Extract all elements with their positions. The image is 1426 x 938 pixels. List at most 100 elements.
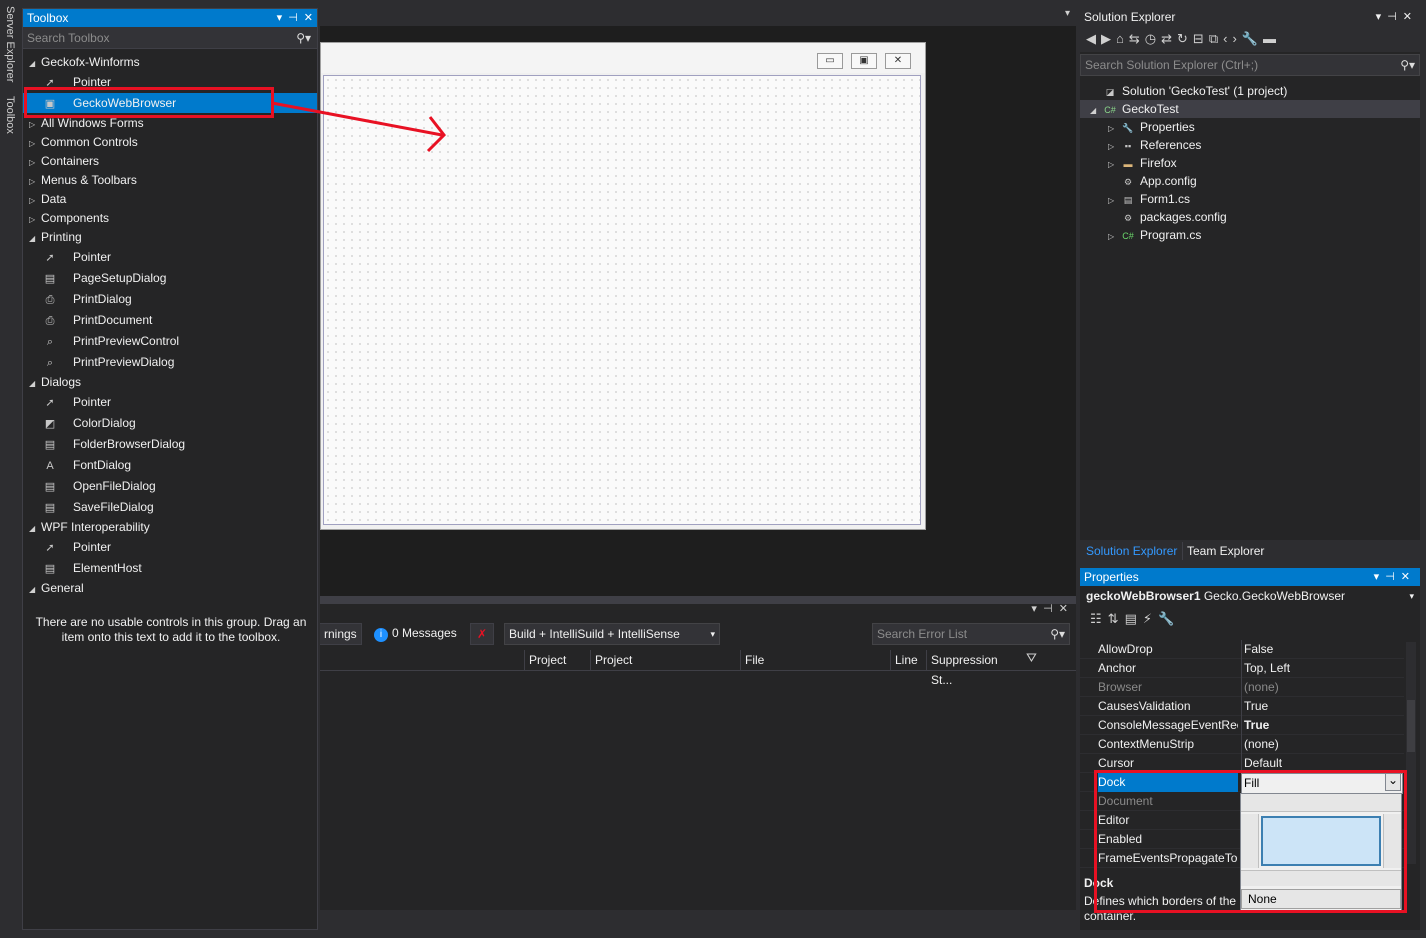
column-header-file[interactable]: File <box>740 650 890 670</box>
pin-icon[interactable]: ⊣ <box>1385 571 1395 583</box>
build-filter-select[interactable]: Build + IntelliSuild + IntelliSense ▾ <box>504 623 720 645</box>
refresh-icon[interactable]: ↻ <box>1177 31 1193 46</box>
pin-icon[interactable]: ⊣ <box>1043 603 1053 615</box>
property-row[interactable]: CausesValidation True <box>1080 697 1404 716</box>
toolbox-item[interactable]: ◩ ColorDialog <box>23 413 317 433</box>
toolbox-category[interactable]: ◢ Geckofx-Winforms <box>23 52 140 72</box>
error-search-input[interactable]: Search Error List ⚲▾ <box>872 623 1070 645</box>
expanded-arrow-icon[interactable]: ◢ <box>29 374 41 394</box>
solution-tree-item[interactable]: ◪ Solution 'GeckoTest' (1 project) <box>1080 82 1420 100</box>
close-icon[interactable]: ✕ <box>1059 603 1068 615</box>
messages-toggle[interactable]: i 0 Messages <box>370 623 462 645</box>
expanded-arrow-icon[interactable]: ◢ <box>29 54 41 74</box>
property-value[interactable]: Top, Left <box>1241 659 1403 678</box>
toolbox-item[interactable]: ▤ OpenFileDialog <box>23 476 317 496</box>
property-value[interactable]: True <box>1241 697 1403 716</box>
column-header-suppression[interactable]: Suppression St... <box>926 650 1022 687</box>
property-pages-icon[interactable]: 🔧 <box>1158 611 1180 626</box>
pin-icon[interactable]: ⊣ <box>1387 11 1397 23</box>
solution-tree-item[interactable]: ▷ 🔧 Properties <box>1080 118 1420 136</box>
property-row[interactable]: AllowDrop False <box>1080 640 1404 659</box>
switch-view-icon[interactable]: ⇆ <box>1129 31 1145 46</box>
property-value[interactable]: (none) <box>1241 678 1403 697</box>
toolbox-category[interactable]: ◢ General <box>23 578 84 598</box>
forward-icon[interactable]: ▶ <box>1101 31 1116 46</box>
expand-arrow-icon[interactable]: ▷ <box>1108 228 1120 246</box>
toolbox-item[interactable]: ⎙ PrintDialog <box>23 289 317 309</box>
property-row[interactable]: Anchor Top, Left <box>1080 659 1404 678</box>
solution-tree-item[interactable]: ◢ C# GeckoTest <box>1080 100 1420 118</box>
wrench-icon[interactable]: 🔧 <box>1242 31 1263 46</box>
toolbox-category[interactable]: ◢ Printing <box>23 227 82 247</box>
toolbox-category[interactable]: ▷ Menus & Toolbars <box>23 170 137 190</box>
show-all-files-icon[interactable]: ⧉ <box>1209 31 1223 46</box>
back-icon[interactable]: ◀ <box>1086 31 1101 46</box>
tab-dropdown-icon[interactable]: ▾ <box>1065 8 1070 19</box>
solution-tree-item[interactable]: ▷ C# Program.cs <box>1080 226 1420 244</box>
toolbox-item[interactable]: ➚ Pointer <box>23 537 317 557</box>
scrollbar-thumb[interactable] <box>1407 700 1415 752</box>
toolbox-item[interactable]: ⎙ PrintDocument <box>23 310 317 330</box>
tab-team-explorer[interactable]: Team Explorer <box>1182 542 1268 560</box>
server-explorer-tab[interactable]: Server Explorer <box>4 6 16 82</box>
toolbox-item[interactable]: ⌕ PrintPreviewControl <box>23 331 317 351</box>
toolbox-item[interactable]: ▤ SaveFileDialog <box>23 497 317 517</box>
property-row[interactable]: ContextMenuStrip (none) <box>1080 735 1404 754</box>
toolbox-search-input[interactable]: Search Toolbox ⚲▾ <box>23 27 317 49</box>
toolbox-item[interactable]: ▤ ElementHost <box>23 558 317 578</box>
dropdown-icon[interactable]: ▾ <box>1374 571 1380 583</box>
property-value[interactable]: True <box>1241 716 1403 735</box>
toolbox-empty-message[interactable]: There are no usable controls in this gro… <box>33 615 309 645</box>
alphabetical-icon[interactable]: ⇅ <box>1108 611 1125 626</box>
property-value[interactable]: (none) <box>1241 735 1403 754</box>
toolbox-category[interactable]: ▷ Components <box>23 208 109 228</box>
toolbox-item[interactable]: ⌕ PrintPreviewDialog <box>23 352 317 372</box>
toolbox-item[interactable]: ▤ FolderBrowserDialog <box>23 434 317 454</box>
warnings-toggle[interactable]: rnings <box>320 623 362 645</box>
solution-tree-item[interactable]: ⚙ packages.config <box>1080 208 1420 226</box>
close-icon[interactable]: ✕ <box>304 12 313 24</box>
property-row[interactable]: Browser (none) <box>1080 678 1404 697</box>
home-icon[interactable]: ⌂ <box>1116 31 1129 46</box>
solution-tree-item[interactable]: ⚙ App.config <box>1080 172 1420 190</box>
toolbox-item[interactable]: ➚ Pointer <box>23 392 317 412</box>
events-icon[interactable]: ⚡ <box>1143 611 1158 626</box>
dropdown-icon[interactable]: ▾ <box>277 12 283 24</box>
column-header-project-2[interactable]: Project <box>590 650 740 670</box>
solution-tree-item[interactable]: ▷ ▤ Form1.cs <box>1080 190 1420 208</box>
filter-clear-icon[interactable]: ✗ <box>470 623 494 645</box>
search-icon[interactable]: ⚲▾ <box>296 27 311 49</box>
expanded-arrow-icon[interactable]: ◢ <box>29 229 41 249</box>
toolbox-category[interactable]: ▷ Containers <box>23 151 99 171</box>
expanded-arrow-icon[interactable]: ◢ <box>29 580 41 600</box>
dropdown-icon[interactable]: ▾ <box>1376 11 1382 23</box>
property-grid-scrollbar[interactable] <box>1406 642 1416 864</box>
toolbox-category[interactable]: ◢ Dialogs <box>23 372 81 392</box>
solution-tree-item[interactable]: ▷ ▪▪ References <box>1080 136 1420 154</box>
close-icon[interactable]: ✕ <box>1403 11 1412 23</box>
toolbox-category[interactable]: ▷ Data <box>23 189 66 209</box>
pin-icon[interactable]: ⊣ <box>288 12 298 24</box>
column-header-line[interactable]: Line <box>890 650 926 670</box>
tab-solution-explorer[interactable]: Solution Explorer <box>1082 542 1181 560</box>
property-value[interactable]: False <box>1241 640 1403 659</box>
panel-splitter[interactable] <box>320 596 1076 604</box>
toolbox-category[interactable]: ▷ Common Controls <box>23 132 138 152</box>
expanded-arrow-icon[interactable]: ◢ <box>29 519 41 539</box>
toolbox-category[interactable]: ◢ WPF Interoperability <box>23 517 150 537</box>
categorized-icon[interactable]: ☷ <box>1090 611 1108 626</box>
toolbox-item[interactable]: A FontDialog <box>23 455 317 475</box>
toolbox-tab[interactable]: Toolbox <box>4 96 16 134</box>
solution-tree-item[interactable]: ▷ ▬ Firefox <box>1080 154 1420 172</box>
property-row[interactable]: ConsoleMessageEventReceiversTrue <box>1080 716 1404 735</box>
toolbox-item[interactable]: ➚ Pointer <box>23 247 317 267</box>
search-icon[interactable]: ⚲▾ <box>1050 624 1065 644</box>
properties-icon[interactable]: ▤ <box>1125 611 1143 626</box>
filter-icon[interactable]: ⛛ <box>1026 650 1037 666</box>
solution-search-input[interactable]: Search Solution Explorer (Ctrl+;) ⚲▾ <box>1080 54 1420 76</box>
sync-icon[interactable]: ⇄ <box>1161 31 1177 46</box>
close-icon[interactable]: ✕ <box>1401 571 1410 583</box>
object-selector[interactable]: geckoWebBrowser1 Gecko.GeckoWebBrowser ▾ <box>1080 586 1420 606</box>
search-icon[interactable]: ⚲▾ <box>1400 55 1415 75</box>
toolbox-item[interactable]: ▤ PageSetupDialog <box>23 268 317 288</box>
